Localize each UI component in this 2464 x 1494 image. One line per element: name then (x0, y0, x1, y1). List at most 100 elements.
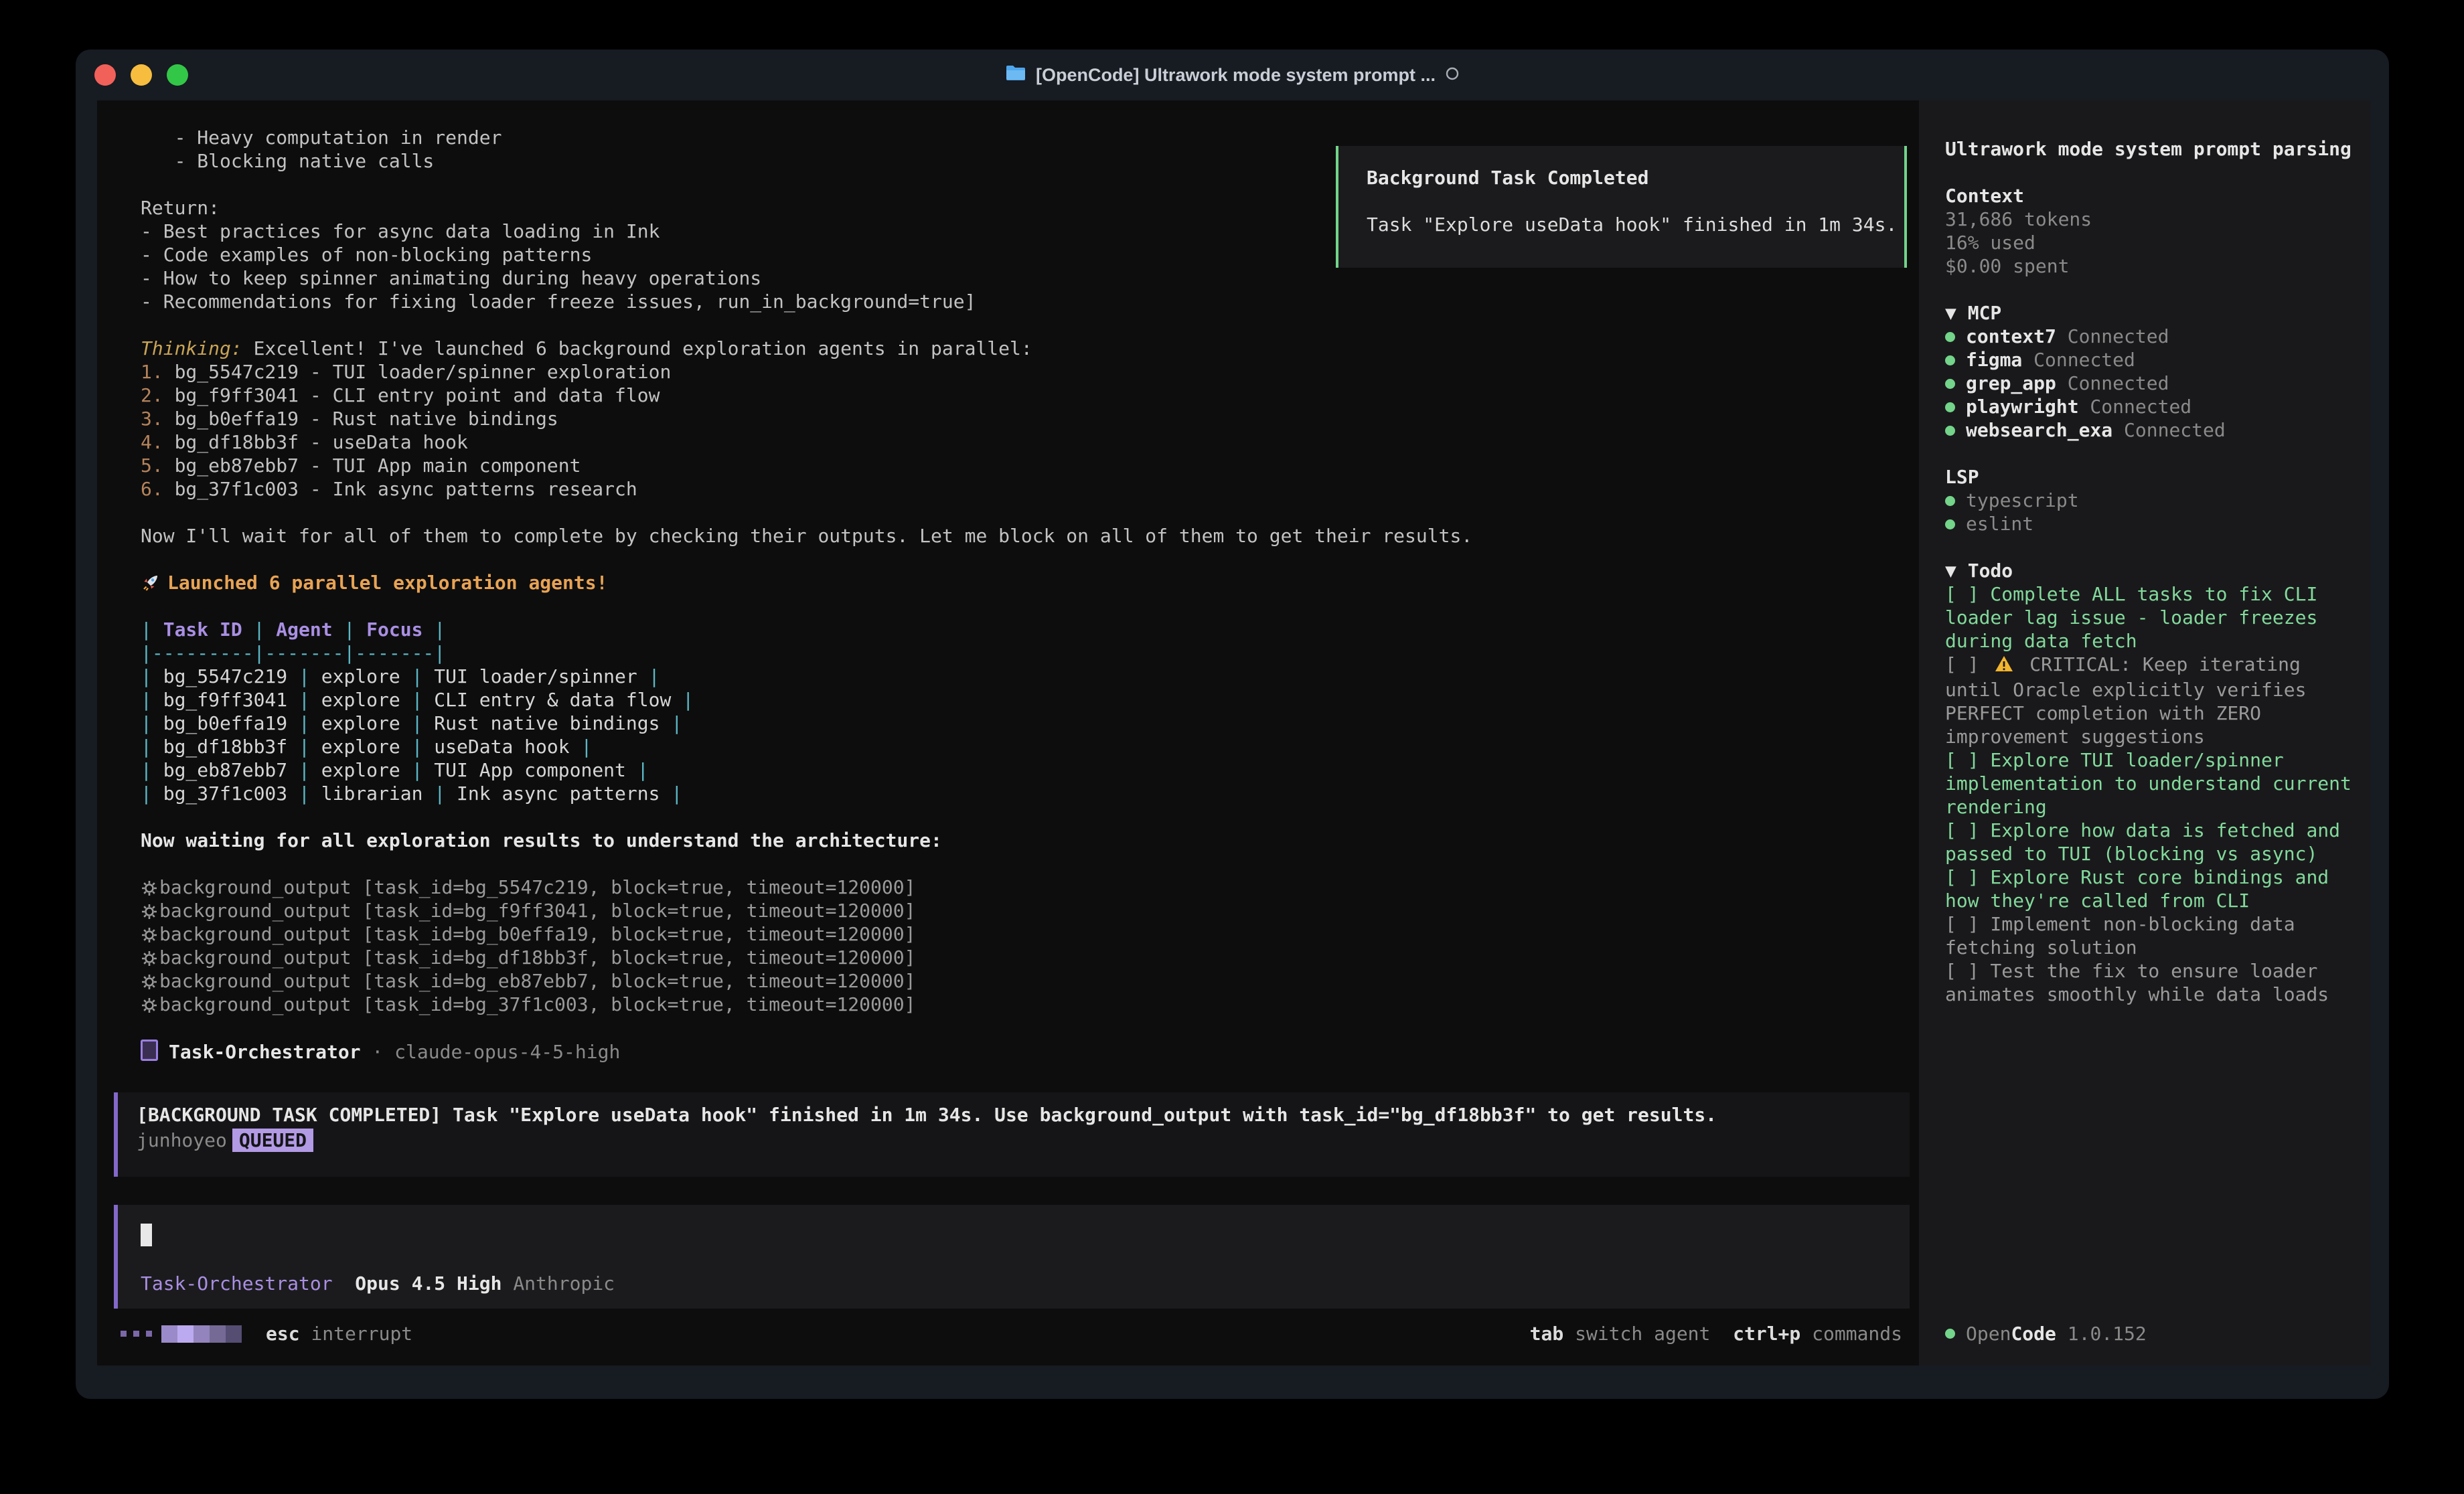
zoom-button[interactable] (167, 64, 188, 86)
connected-dot-icon (1945, 402, 1955, 412)
toast-body: Task "Explore useData hook" finished in … (1367, 213, 1897, 236)
connected-dot-icon (1945, 426, 1955, 436)
terminal-line: - Recommendations for fixing loader free… (141, 290, 1472, 313)
table-row: | bg_f9ff3041 | explore | CLI entry & da… (141, 688, 1472, 712)
esc-key-label: interrupt (311, 1323, 412, 1345)
terminal-line (141, 594, 1472, 618)
background-task-toast[interactable]: Background Task Completed Task "Explore … (1336, 146, 1907, 268)
tool-call-line: background_output [task_id=bg_5547c219, … (141, 876, 1472, 899)
tool-call-line: background_output [task_id=bg_df18bb3f, … (141, 946, 1472, 969)
text-cursor (141, 1224, 152, 1246)
terminal-line: - Best practices for async data loading … (141, 220, 1472, 243)
terminal-line: Now I'll wait for all of them to complet… (141, 524, 1472, 548)
terminal-line (141, 805, 1472, 829)
lsp-item: eslint (1945, 512, 2366, 535)
agent-icon (141, 1040, 158, 1061)
todo-item: [ ] Explore Rust core bindings and how t… (1945, 865, 2366, 912)
connected-dot-icon (1945, 496, 1955, 506)
conversation-pane: - Heavy computation in render - Blocking… (97, 100, 1919, 1365)
completed-task-meta: junhoyeoQUEUED (137, 1129, 313, 1152)
terminal-line: Return: (141, 196, 1472, 220)
folder-icon (1005, 64, 1026, 86)
version-number: 1.0.152 (2068, 1322, 2147, 1345)
session-title: Ultrawork mode system prompt parsing (1945, 137, 2366, 161)
warning-icon (1994, 655, 2014, 678)
table-header-row: | Task ID | Agent | Focus | (141, 618, 1472, 641)
mcp-item: websearch_exa Connected (1945, 418, 2366, 442)
table-row: | bg_37f1c003 | librarian | Ink async pa… (141, 782, 1472, 805)
todo-item: [ ] Implement non-blocking data fetching… (1945, 912, 2366, 959)
completed-task-message: [BACKGROUND TASK COMPLETED] Task "Explor… (114, 1092, 1910, 1177)
tab-key-hint: tab (1530, 1323, 1564, 1345)
terminal-window: [OpenCode] Ultrawork mode system prompt … (76, 50, 2389, 1399)
context-used: 16% used (1945, 231, 2366, 254)
terminal-line (141, 1016, 1472, 1040)
spinner-dots-icon (121, 1331, 152, 1337)
connected-dot-icon (1945, 379, 1955, 389)
mcp-item: playwright Connected (1945, 395, 2366, 418)
agent-list-item: 5. bg_eb87ebb7 - TUI App main component (141, 454, 1472, 477)
toast-title: Background Task Completed (1367, 166, 1648, 189)
todo-item: [ ] CRITICAL: Keep iterating until Oracl… (1945, 653, 2366, 748)
connected-dot-icon (1945, 519, 1955, 529)
table-row: | bg_b0effa19 | explore | Rust native bi… (141, 712, 1472, 735)
status-ring-icon (1445, 65, 1460, 86)
queued-badge: QUEUED (232, 1129, 313, 1152)
cmd-key-label: commands (1812, 1323, 1902, 1345)
traffic-lights (94, 64, 188, 86)
context-heading: Context (1945, 184, 2366, 208)
todo-section-header[interactable]: ▼ Todo (1945, 559, 2366, 582)
mcp-item: context7 Connected (1945, 325, 2366, 348)
online-dot-icon (1945, 1329, 1955, 1339)
agent-list-item: 4. bg_df18bb3f - useData hook (141, 430, 1472, 454)
sidebar: Ultrawork mode system prompt parsing Con… (1919, 100, 2370, 1365)
agent-footer: Task-Orchestrator · claude-opus-4-5-high (141, 1040, 1472, 1063)
lsp-list: typescripteslint (1945, 489, 2366, 535)
model-name[interactable]: Opus 4.5 High (355, 1272, 502, 1295)
provider-name: Anthropic (513, 1272, 615, 1295)
table-row: | bg_df18bb3f | explore | useData hook | (141, 735, 1472, 758)
todo-item: [ ] Explore how data is fetched and pass… (1945, 819, 2366, 865)
terminal-line: - Code examples of non-blocking patterns (141, 243, 1472, 266)
mcp-item: grep_app Connected (1945, 371, 2366, 395)
status-bar-left: esc interrupt (121, 1322, 412, 1345)
context-spent: $0.00 spent (1945, 254, 2366, 278)
user-name: junhoyeo (137, 1129, 227, 1151)
table-row: | bg_eb87ebb7 | explore | TUI App compon… (141, 758, 1472, 782)
prompt-input[interactable]: Task-Orchestrator Opus 4.5 High Anthropi… (114, 1205, 1910, 1309)
terminal-line: Now waiting for all exploration results … (141, 829, 1472, 852)
mcp-section-header[interactable]: ▼ MCP (1945, 301, 2366, 325)
mcp-list: context7 Connectedfigma Connectedgrep_ap… (1945, 325, 2366, 442)
terminal-line: - Heavy computation in render (141, 126, 1472, 149)
tool-call-line: background_output [task_id=bg_eb87ebb7, … (141, 969, 1472, 993)
lsp-item: typescript (1945, 489, 2366, 512)
status-bar-right: tab switch agent ctrl+p commands (1530, 1322, 1902, 1345)
cmd-key-hint: ctrl+p (1733, 1323, 1800, 1345)
title-bar: [OpenCode] Ultrawork mode system prompt … (76, 50, 2389, 100)
terminal-line (141, 173, 1472, 196)
terminal-line (141, 313, 1472, 337)
todo-list: [ ] Complete ALL tasks to fix CLI loader… (1945, 582, 2366, 1006)
context-tokens: 31,686 tokens (1945, 208, 2366, 231)
mcp-item: figma Connected (1945, 348, 2366, 371)
table-row: | bg_5547c219 | explore | TUI loader/spi… (141, 665, 1472, 688)
terminal-line (141, 548, 1472, 571)
brand-open: Open (1966, 1322, 2011, 1345)
app-version: OpenCode 1.0.152 (1945, 1322, 2147, 1345)
agent-list-item: 2. bg_f9ff3041 - CLI entry point and dat… (141, 384, 1472, 407)
agent-list-item: 6. bg_37f1c003 - Ink async patterns rese… (141, 477, 1472, 501)
table-separator-row: |---------|-------|-------| (141, 641, 1472, 665)
tool-call-line: background_output [task_id=bg_37f1c003, … (141, 993, 1472, 1016)
todo-item: [ ] Complete ALL tasks to fix CLI loader… (1945, 582, 2366, 653)
connected-dot-icon (1945, 355, 1955, 365)
agent-name[interactable]: Task-Orchestrator (141, 1272, 333, 1295)
launch-banner: Launched 6 parallel exploration agents! (141, 571, 1472, 594)
window-title-text: [OpenCode] Ultrawork mode system prompt … (1036, 65, 1436, 86)
tool-call-line: background_output [task_id=bg_f9ff3041, … (141, 899, 1472, 922)
minimize-button[interactable] (131, 64, 152, 86)
terminal-line: - Blocking native calls (141, 149, 1472, 173)
todo-item: [ ] Test the fix to ensure loader animat… (1945, 959, 2366, 1006)
esc-key-hint: esc (266, 1323, 300, 1345)
close-button[interactable] (94, 64, 116, 86)
sidebar-content: Ultrawork mode system prompt parsing Con… (1945, 137, 2366, 1006)
